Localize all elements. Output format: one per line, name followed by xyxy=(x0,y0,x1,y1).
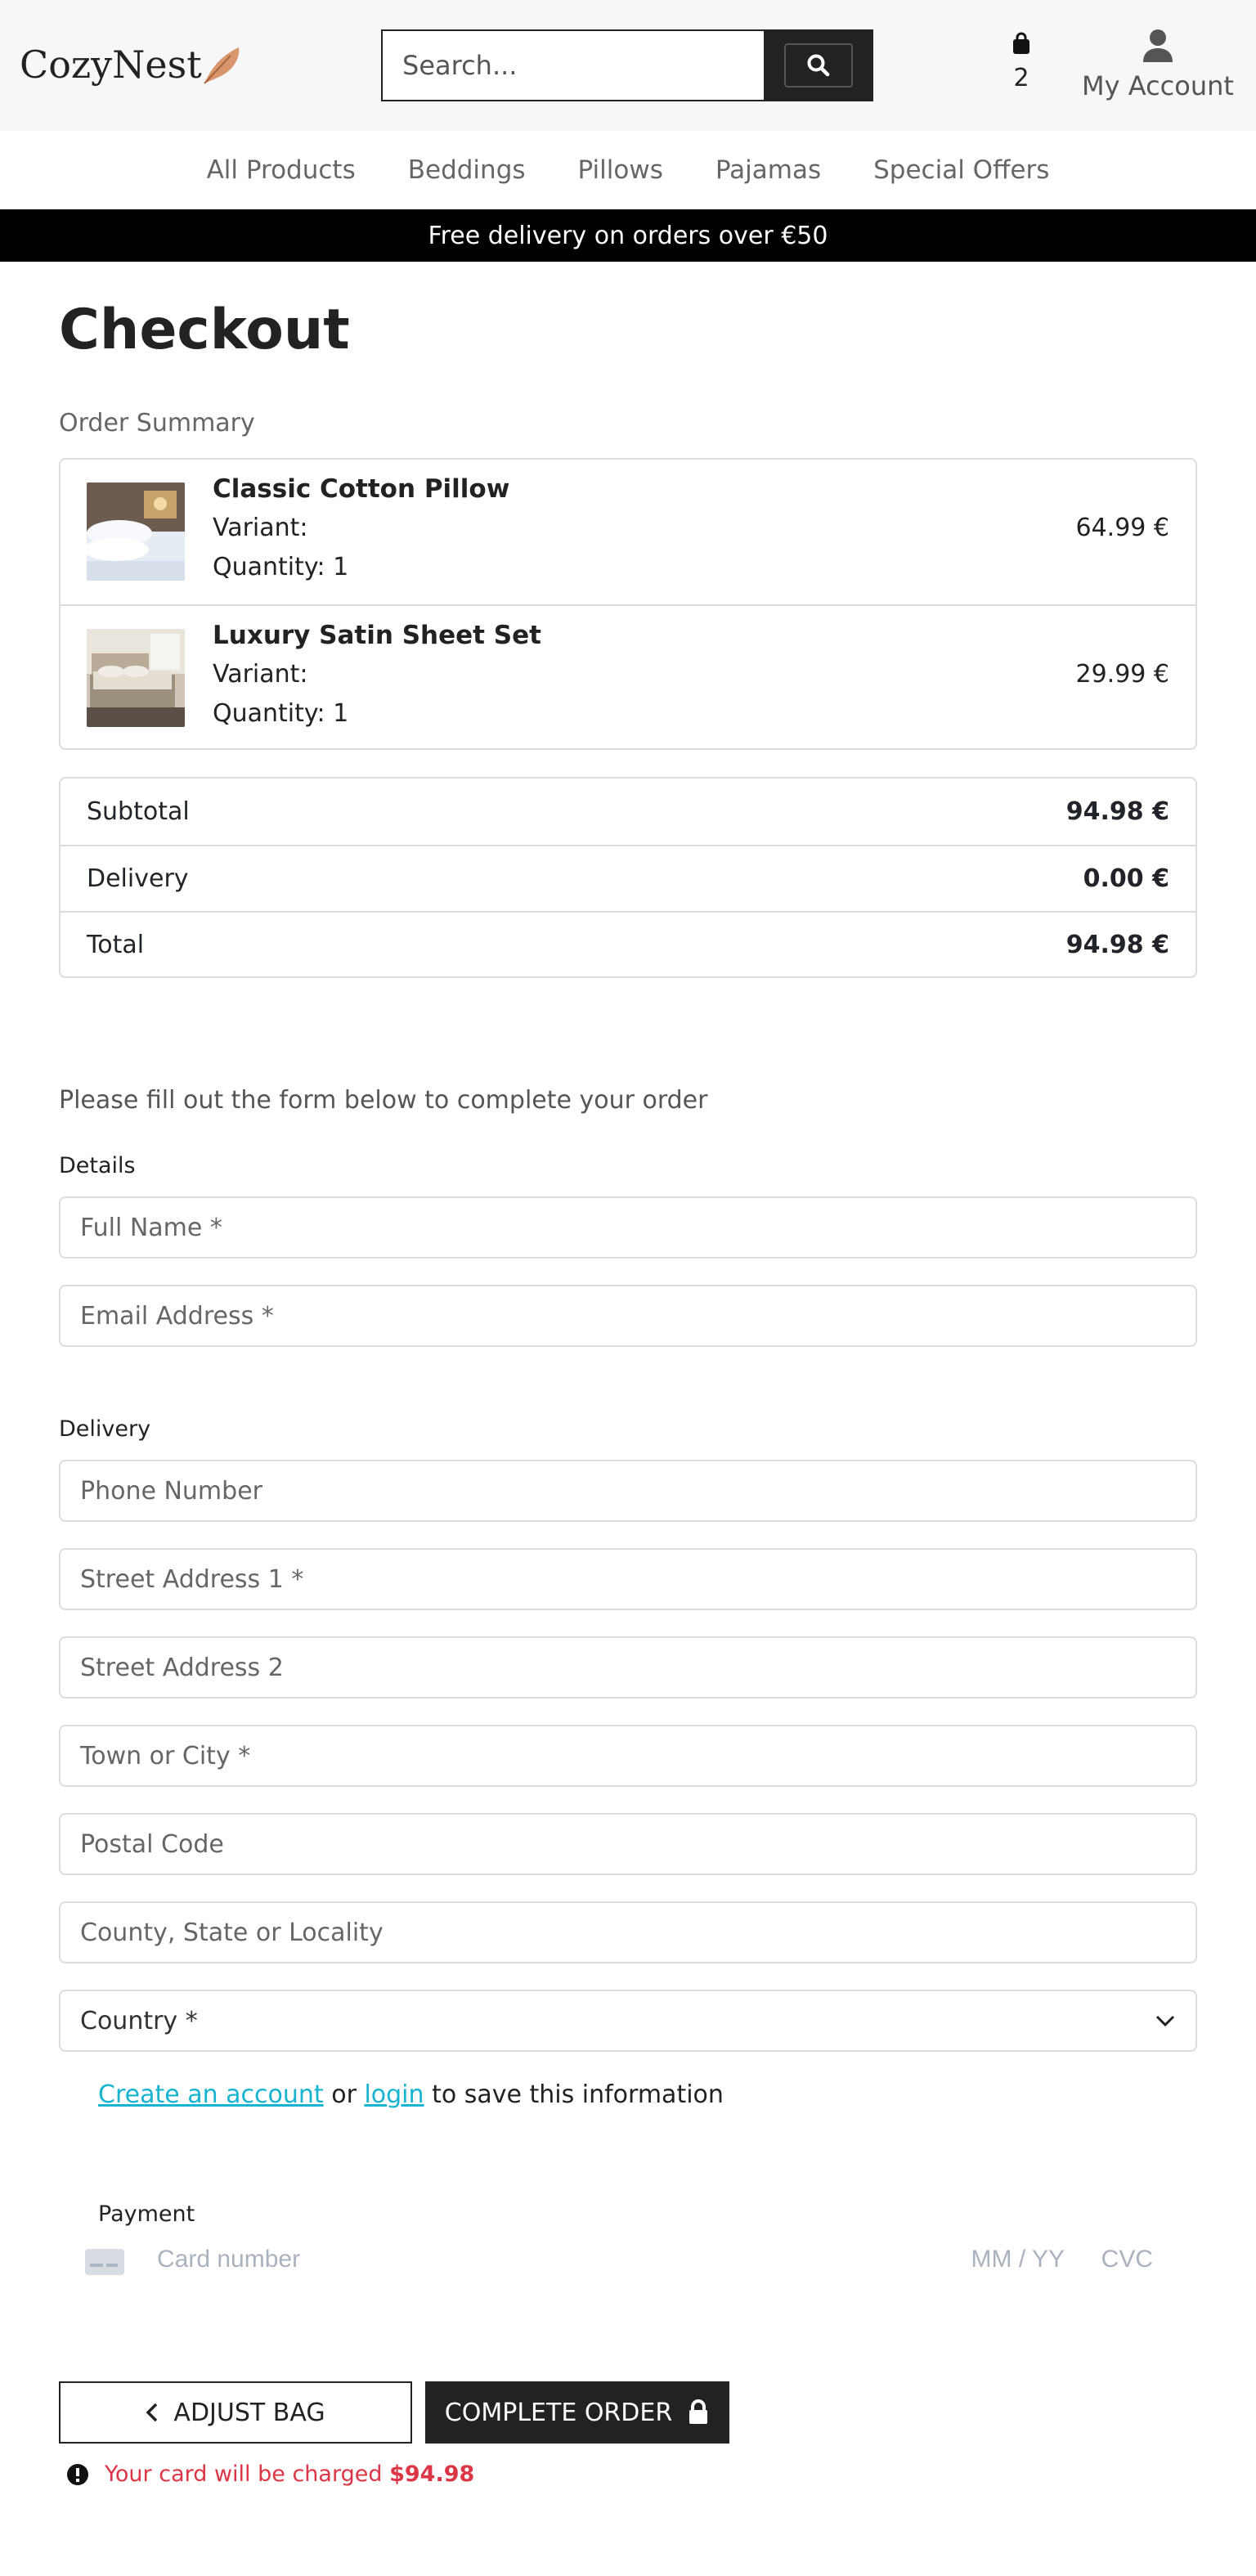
adjust-bag-label: ADJUST BAG xyxy=(173,2398,325,2427)
nav-beddings[interactable]: Beddings xyxy=(408,155,526,185)
street-address-1-field[interactable] xyxy=(59,1548,1197,1610)
card-expiry-input[interactable]: MM / YY xyxy=(971,2246,1065,2273)
order-totals: Subtotal 94.98 € Delivery 0.00 € Total 9… xyxy=(59,777,1197,978)
create-account-link[interactable]: Create an account xyxy=(98,2080,324,2109)
delivery-label: Delivery xyxy=(87,864,189,893)
item-variant: Variant: xyxy=(213,660,308,689)
item-price: 29.99 € xyxy=(1075,660,1169,689)
total-row: Total 94.98 € xyxy=(61,911,1195,977)
shopping-bag-button[interactable]: 2 xyxy=(993,28,1050,106)
subtotal-value: 94.98 € xyxy=(1065,797,1169,826)
phone-field[interactable] xyxy=(59,1460,1197,1522)
exclamation-circle-icon xyxy=(67,2463,88,2485)
nav-pajamas[interactable]: Pajamas xyxy=(715,155,821,185)
save-info-text: Create an account or login to save this … xyxy=(98,2080,724,2109)
order-summary-label: Order Summary xyxy=(59,409,255,438)
search-icon xyxy=(784,43,853,88)
order-items: Classic Cotton Pillow Variant: Quantity:… xyxy=(59,458,1197,750)
chevron-down-icon xyxy=(1155,2015,1175,2027)
bag-count: 2 xyxy=(1013,64,1029,92)
details-section-label: Details xyxy=(59,1153,136,1178)
country-select[interactable]: Country * xyxy=(59,1990,1197,2052)
item-name: Luxury Satin Sheet Set xyxy=(213,621,541,650)
charge-text: Your card will be charged xyxy=(105,2462,383,2487)
nav-pillows[interactable]: Pillows xyxy=(578,155,663,185)
email-field[interactable] xyxy=(59,1285,1197,1347)
search-button[interactable] xyxy=(764,29,873,101)
total-value: 94.98 € xyxy=(1065,931,1169,959)
login-link[interactable]: login xyxy=(364,2080,424,2109)
town-city-field[interactable] xyxy=(59,1725,1197,1787)
full-name-field[interactable] xyxy=(59,1196,1197,1259)
save-info-or: or xyxy=(323,2080,365,2109)
country-select-value: Country * xyxy=(80,2006,198,2035)
item-variant: Variant: xyxy=(213,514,308,542)
shopping-bag-icon xyxy=(1013,32,1029,54)
charge-notice: Your card will be charged $94.98 xyxy=(65,2462,474,2487)
card-cvc-input[interactable]: CVC xyxy=(1101,2246,1153,2273)
order-item: Luxury Satin Sheet Set Variant: Quantity… xyxy=(61,604,1195,749)
subtotal-label: Subtotal xyxy=(87,797,190,826)
my-account-label: My Account xyxy=(1082,70,1234,101)
postal-code-field[interactable] xyxy=(59,1813,1197,1875)
complete-order-button[interactable]: COMPLETE ORDER xyxy=(425,2381,729,2444)
lock-icon xyxy=(689,2399,708,2424)
card-number-input[interactable]: Card number xyxy=(157,2246,300,2273)
page-title: Checkout xyxy=(59,298,350,362)
item-quantity: Quantity: 1 xyxy=(213,699,349,728)
delivery-row: Delivery 0.00 € xyxy=(61,845,1195,911)
item-price: 64.99 € xyxy=(1075,514,1169,542)
save-info-rest: to save this information xyxy=(424,2080,724,2109)
delivery-value: 0.00 € xyxy=(1083,864,1169,893)
item-name: Classic Cotton Pillow xyxy=(213,474,510,504)
payment-section-label: Payment xyxy=(98,2201,195,2227)
search-bar xyxy=(381,29,873,101)
street-address-2-field[interactable] xyxy=(59,1636,1197,1699)
search-input[interactable] xyxy=(381,29,764,101)
nav-special-offers[interactable]: Special Offers xyxy=(873,155,1049,185)
header: CozyNest 2 My Account xyxy=(0,0,1256,131)
chevron-left-icon xyxy=(146,2403,158,2422)
nav-all-products[interactable]: All Products xyxy=(207,155,356,185)
subtotal-row: Subtotal 94.98 € xyxy=(61,779,1195,845)
adjust-bag-button[interactable]: ADJUST BAG xyxy=(59,2381,412,2444)
user-icon xyxy=(1143,29,1173,62)
site-logo[interactable]: CozyNest xyxy=(20,43,202,87)
delivery-banner: Free delivery on orders over €50 xyxy=(0,209,1256,262)
item-quantity: Quantity: 1 xyxy=(213,553,349,581)
main-nav: All Products Beddings Pillows Pajamas Sp… xyxy=(0,131,1256,209)
feather-icon xyxy=(204,47,240,84)
county-field[interactable] xyxy=(59,1901,1197,1963)
my-account-button[interactable]: My Account xyxy=(1076,25,1240,106)
product-image-sheet-set xyxy=(87,629,185,727)
complete-order-label: COMPLETE ORDER xyxy=(444,2398,673,2427)
charge-amount: $94.98 xyxy=(389,2462,475,2487)
order-item: Classic Cotton Pillow Variant: Quantity:… xyxy=(61,460,1195,604)
card-element[interactable]: Card number MM / YY CVC xyxy=(82,2241,1161,2285)
credit-card-icon xyxy=(85,2249,124,2275)
total-label: Total xyxy=(87,931,145,959)
product-image-pillow xyxy=(87,482,185,581)
form-intro: Please fill out the form below to comple… xyxy=(59,1086,708,1115)
delivery-section-label: Delivery xyxy=(59,1416,151,1442)
